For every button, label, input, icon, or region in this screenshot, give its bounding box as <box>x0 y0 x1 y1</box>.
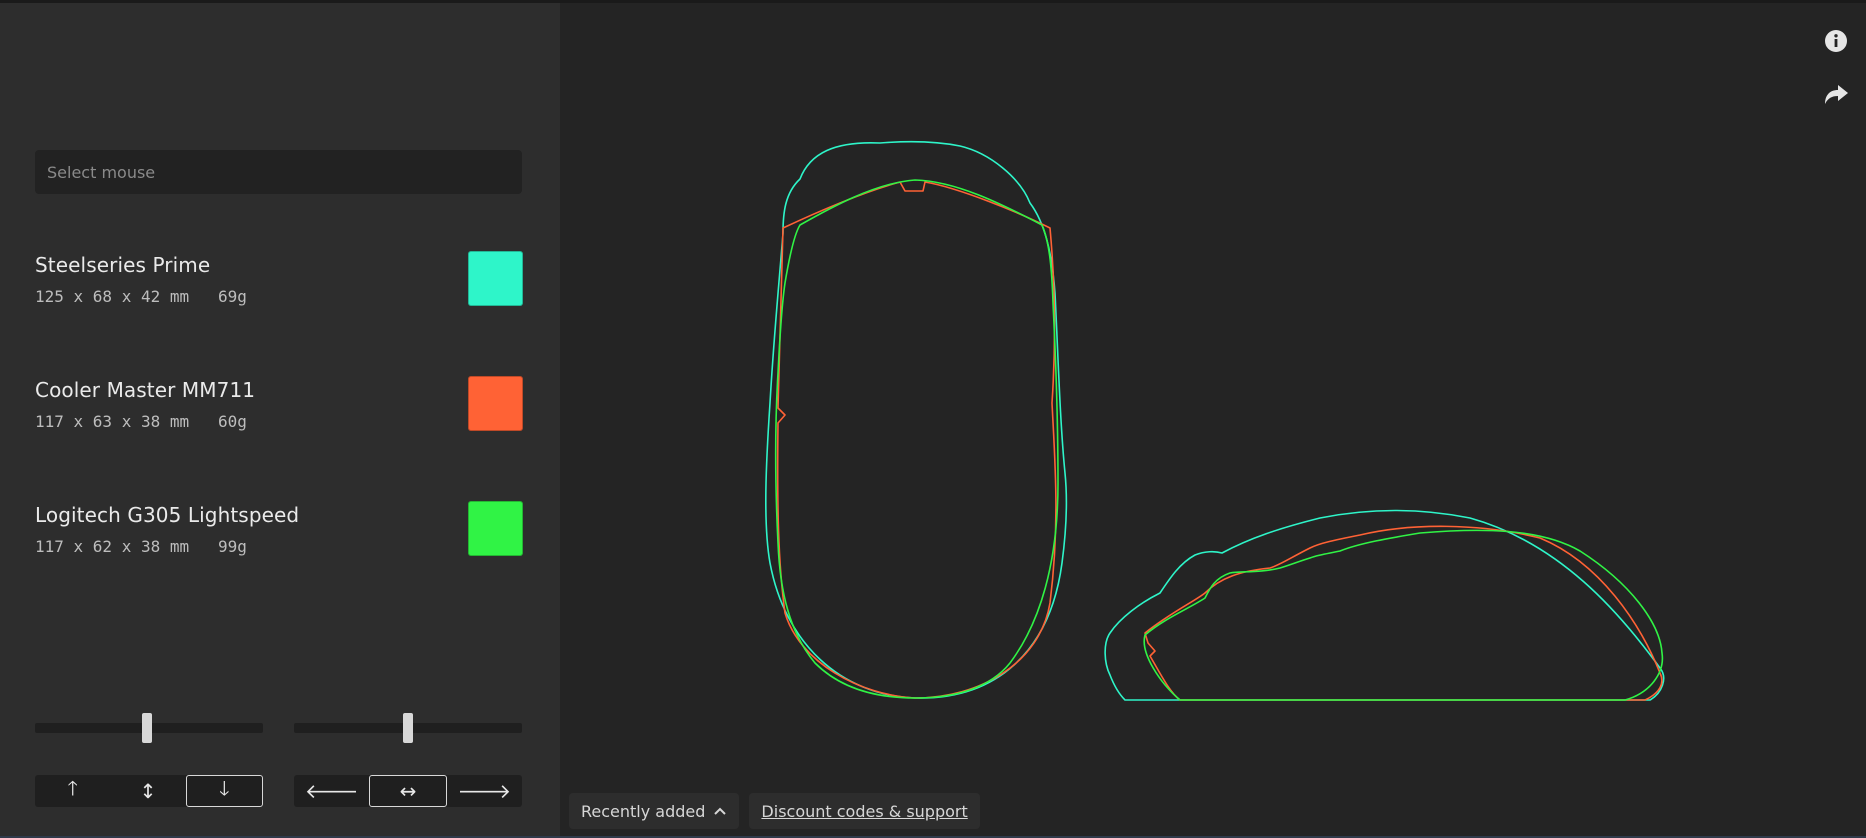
align-middle-button[interactable]: ↕ <box>110 775 185 807</box>
align-right-button[interactable]: 🡒 <box>447 775 522 807</box>
recently-added-label: Recently added <box>581 801 706 821</box>
horizontal-double-arrow-icon: ↔ <box>399 779 417 803</box>
mouse-specs: 117 x 63 x 38 mm 60g <box>35 412 247 431</box>
color-swatch[interactable] <box>468 376 523 431</box>
color-swatch[interactable] <box>468 501 523 556</box>
horizontal-align-group: 🡐 ↔ 🡒 <box>294 775 522 807</box>
logitech-side-outline <box>1143 529 1664 701</box>
recently-added-button[interactable]: Recently added <box>569 793 740 829</box>
up-arrow-icon: 🡑 <box>67 776 78 800</box>
select-mouse-input[interactable] <box>35 150 522 194</box>
comparison-canvas <box>560 3 1866 836</box>
mouse-item-logitech-g305: Logitech G305 Lightspeed 117 x 62 x 38 m… <box>35 501 523 563</box>
mouse-item-cooler-master-mm711: Cooler Master MM711 117 x 63 x 38 mm 60g <box>35 376 523 438</box>
vertical-offset-slider[interactable] <box>35 713 263 743</box>
chevron-up-icon <box>713 806 727 816</box>
app-window: Steelseries Prime 125 x 68 x 42 mm 69g C… <box>0 0 1866 838</box>
vertical-align-group: 🡑 ↕ 🡓 <box>35 775 263 807</box>
right-arrow-icon: 🡒 <box>457 779 512 803</box>
align-top-button[interactable]: 🡑 <box>35 775 110 807</box>
horizontal-offset-slider[interactable] <box>294 713 522 743</box>
bottom-bar: Recently added Discount codes & support <box>569 793 980 829</box>
align-bottom-button[interactable]: 🡓 <box>185 775 263 807</box>
mouse-outlines <box>765 140 1665 701</box>
slider-handle[interactable] <box>403 713 413 743</box>
coolermaster-top-outline <box>776 181 1057 699</box>
mouse-name: Logitech G305 Lightspeed <box>35 503 300 527</box>
color-swatch[interactable] <box>468 251 523 306</box>
align-left-button[interactable]: 🡐 <box>294 775 369 807</box>
steelseries-top-outline <box>765 140 1068 699</box>
mouse-name: Steelseries Prime <box>35 253 211 277</box>
mouse-name: Cooler Master MM711 <box>35 378 256 402</box>
align-center-button[interactable]: ↔ <box>369 775 447 807</box>
share-icon <box>1825 85 1848 104</box>
discount-codes-link[interactable]: Discount codes & support <box>749 793 980 829</box>
info-button[interactable] <box>1822 27 1850 55</box>
mouse-specs: 117 x 62 x 38 mm 99g <box>35 537 247 556</box>
logitech-top-outline <box>774 179 1059 699</box>
down-arrow-icon: 🡓 <box>219 776 230 800</box>
mouse-specs: 125 x 68 x 42 mm 69g <box>35 287 247 306</box>
slider-handle[interactable] <box>141 713 152 743</box>
vertical-double-arrow-icon: ↕ <box>139 779 157 803</box>
sidebar: Steelseries Prime 125 x 68 x 42 mm 69g C… <box>0 3 560 836</box>
share-button[interactable] <box>1822 81 1850 109</box>
left-arrow-icon: 🡐 <box>304 779 359 803</box>
mouse-item-steelseries-prime: Steelseries Prime 125 x 68 x 42 mm 69g <box>35 251 523 313</box>
info-icon <box>1825 30 1847 52</box>
discount-codes-label: Discount codes & support <box>761 801 968 821</box>
